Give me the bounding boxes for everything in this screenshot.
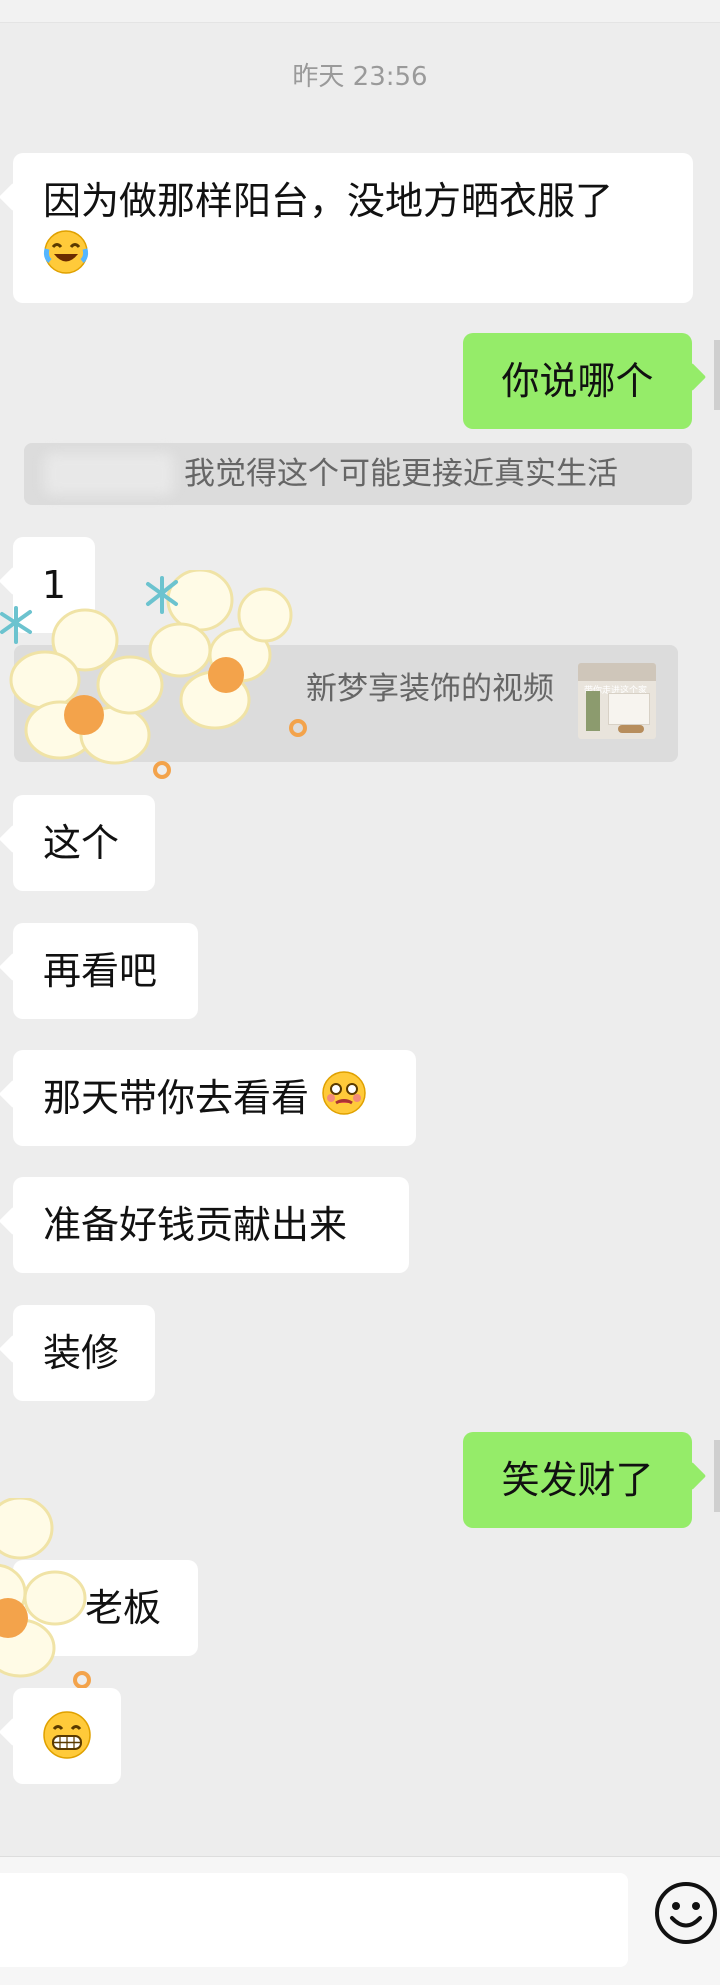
message-bubble-received[interactable]: 老板 — [13, 1560, 198, 1656]
message-text: 那天带你去看看 — [43, 1076, 310, 1120]
message-text: 老板 — [85, 1586, 162, 1630]
message-text: 再看吧 — [43, 949, 158, 993]
message-bubble-received[interactable]: 这个 — [13, 795, 155, 891]
status-strip — [0, 0, 720, 23]
message-text: 这个 — [43, 821, 120, 865]
thumbnail-table — [618, 725, 644, 733]
message-bubble-received[interactable]: 准备好钱贡献出来 — [13, 1177, 409, 1273]
thumbnail-caption-bar: 带你走进这个家 — [578, 663, 656, 696]
message-bubble-received[interactable]: 1 — [13, 537, 95, 633]
message-bubble-sent[interactable]: 笑发财了 — [463, 1432, 692, 1528]
video-thumbnail[interactable]: 带你走进这个家 — [578, 663, 656, 739]
thumbnail-plant — [586, 691, 600, 731]
avatar-edge — [714, 1440, 720, 1512]
grinning-face-icon — [42, 1710, 92, 1775]
thumbnail-wall — [608, 693, 650, 725]
timestamp: 昨天 23:56 — [292, 62, 428, 92]
message-text: 装修 — [43, 1331, 120, 1375]
message-text: 因为做那样阳台，没地方晒衣服了 — [43, 179, 614, 223]
quoted-text: 我觉得这个可能更接近真实生活 — [184, 456, 618, 492]
message-bubble-received[interactable]: 那天带你去看看 — [13, 1050, 416, 1146]
avatar-edge — [714, 340, 720, 410]
message-bubble-received[interactable] — [13, 1688, 121, 1784]
message-text: 准备好钱贡献出来 — [43, 1203, 348, 1247]
smiley-face-icon[interactable] — [652, 1879, 720, 1947]
message-input[interactable] — [0, 1873, 628, 1967]
laughing-tears-icon — [43, 229, 89, 290]
message-bubble-received[interactable]: 装修 — [13, 1305, 155, 1401]
quoted-text: 新梦享装饰的视频 — [306, 671, 554, 707]
message-text: 你说哪个 — [501, 359, 654, 403]
quoted-message[interactable]: 我觉得这个可能更接近真实生活 — [24, 443, 692, 505]
message-bubble-received[interactable]: 再看吧 — [13, 923, 198, 1019]
blurred-sender — [44, 453, 174, 495]
message-text: 1 — [41, 563, 67, 607]
quoted-video-message[interactable]: 新梦享装饰的视频 带你走进这个家 — [14, 645, 678, 762]
message-bubble-received[interactable]: 因为做那样阳台，没地方晒衣服了 — [13, 153, 693, 303]
message-text: 笑发财了 — [501, 1458, 654, 1502]
input-bar — [0, 1856, 720, 1985]
message-bubble-sent[interactable]: 你说哪个 — [463, 333, 692, 429]
embarrassed-face-icon — [321, 1070, 367, 1131]
